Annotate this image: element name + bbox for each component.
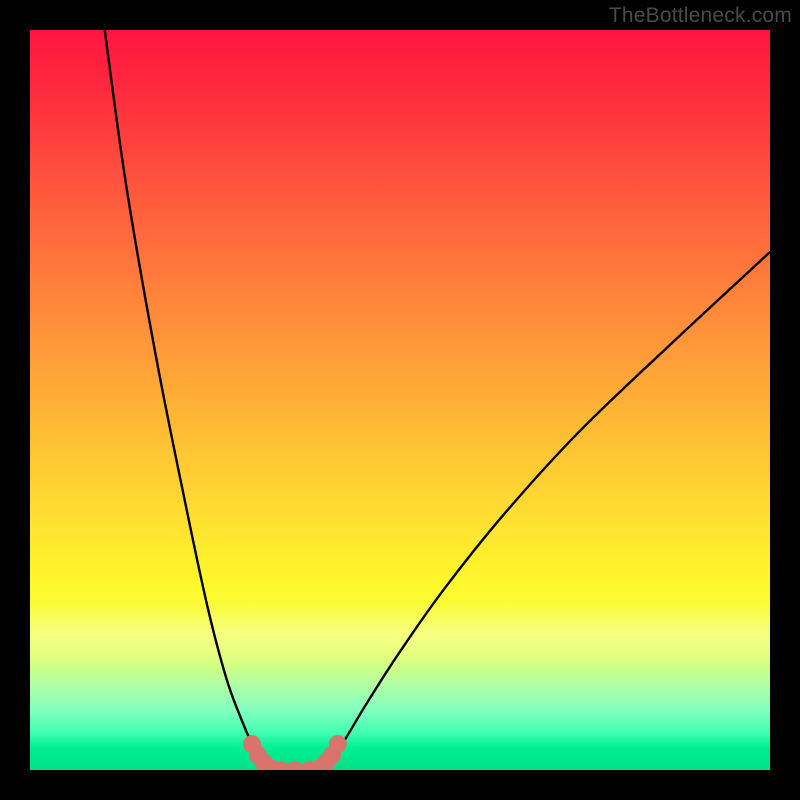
curve-left-branch (105, 30, 269, 769)
curve-layer (30, 30, 770, 770)
valley-marker (329, 735, 347, 753)
watermark-text: TheBottleneck.com (609, 4, 792, 28)
plot-area (30, 30, 770, 770)
chart-frame: TheBottleneck.com (0, 0, 800, 800)
curve-right-branch (322, 252, 770, 769)
